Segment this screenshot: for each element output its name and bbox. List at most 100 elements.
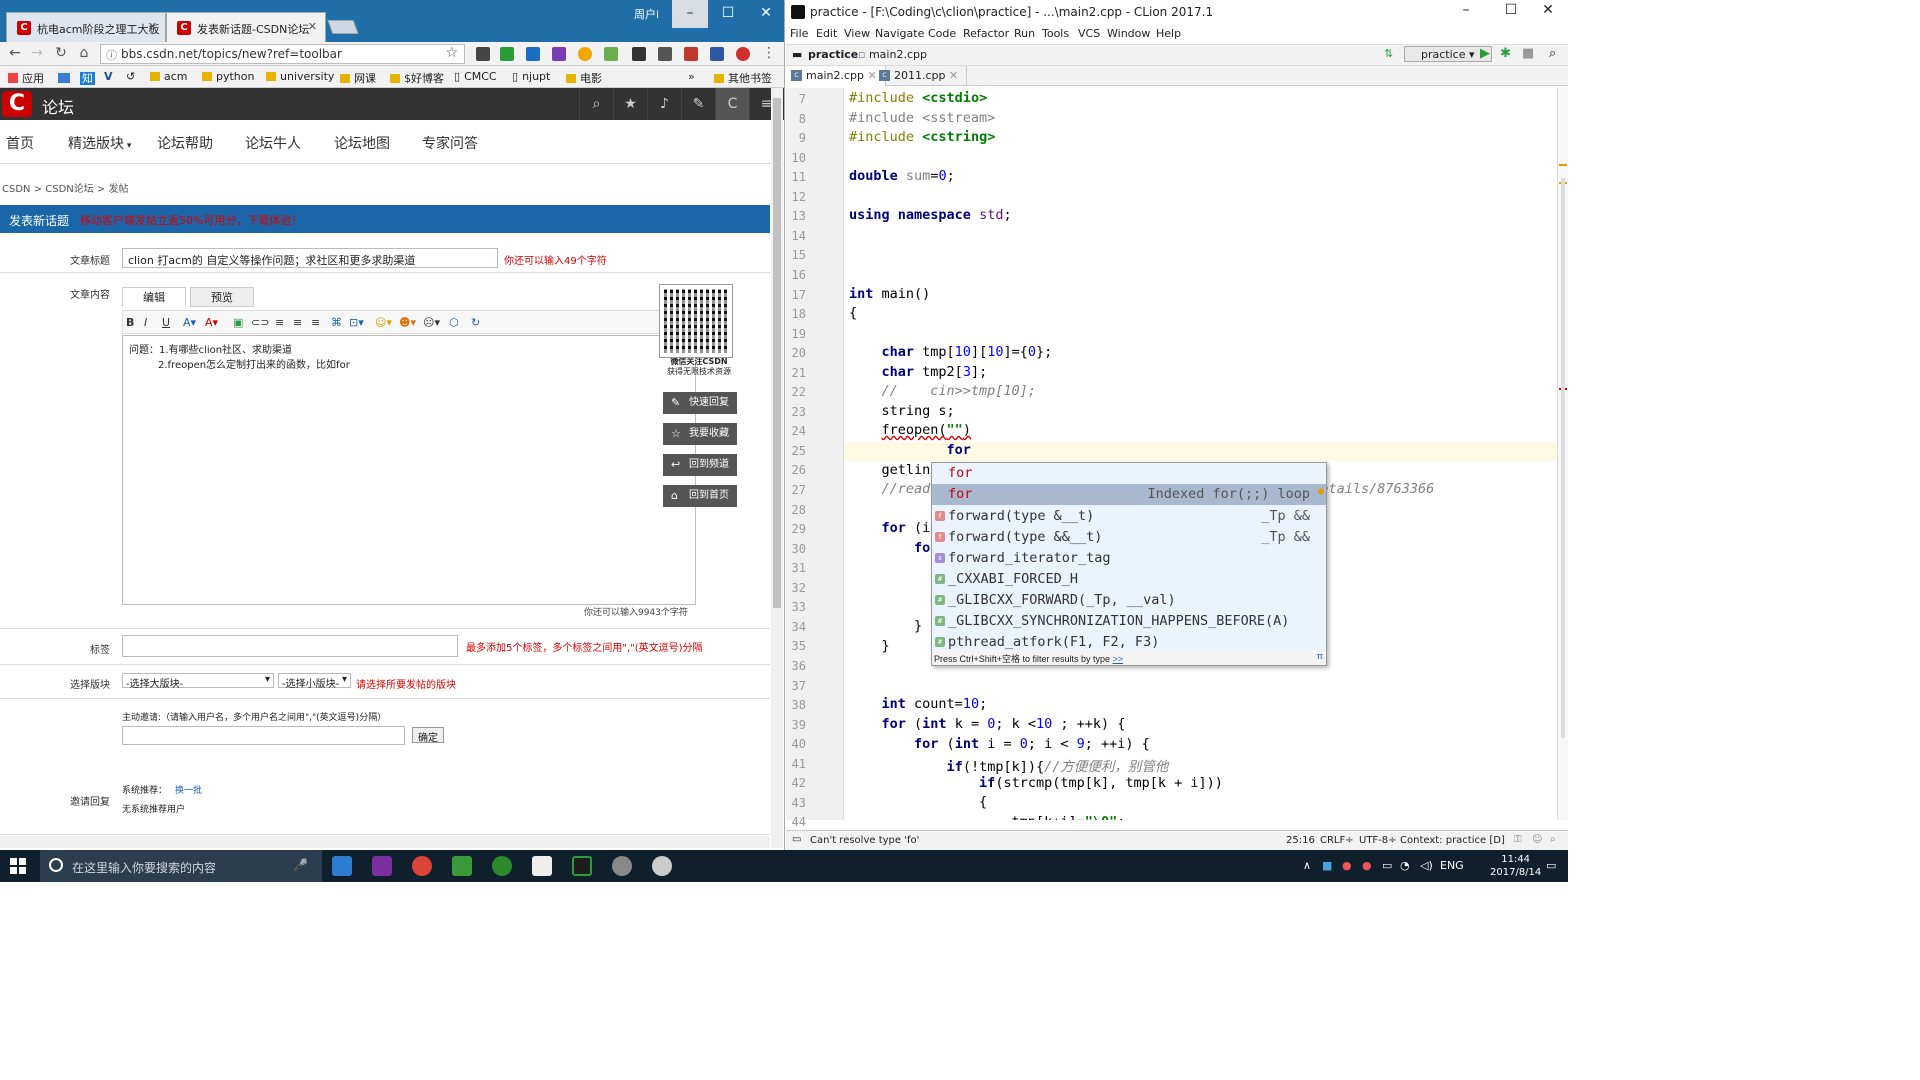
app-icon[interactable] [652, 856, 672, 876]
section-title[interactable]: 论坛 [42, 94, 74, 118]
tray-icon[interactable]: ● [1342, 859, 1352, 872]
tray-icon[interactable]: ■ [1322, 859, 1332, 872]
close-window-button[interactable]: ✕ [748, 0, 784, 28]
windows-start-icon[interactable] [10, 858, 26, 874]
menu-view[interactable]: View [844, 27, 870, 40]
menu-window[interactable]: Window [1107, 27, 1150, 40]
tab-2011[interactable]: C 2011.cpp ✕ [874, 66, 968, 86]
status-context[interactable]: Context: practice [D] [1400, 835, 1505, 846]
board-major-select[interactable]: -选择大版块- ▾ [122, 673, 274, 690]
completion-item[interactable]: # _GLIBCXX_FORWARD(_Tp, __val) [932, 590, 1326, 611]
completion-item[interactable]: f forward(type &&__t) _Tp && [932, 527, 1326, 548]
bookmark-folder[interactable]: 网课 [340, 70, 376, 86]
extension-icon[interactable] [632, 47, 646, 61]
onenote-icon[interactable] [372, 856, 392, 876]
nav-qa[interactable]: 专家问答 [422, 133, 478, 153]
extension-icon[interactable] [578, 47, 592, 61]
title-input[interactable]: clion 打acm的 自定义等操作问题；求社区和更多求助渠道 [122, 248, 498, 268]
banner-notice[interactable]: 移动客户端发帖立返50%可用分，下载体验！ [80, 212, 302, 228]
tray-chevron-icon[interactable]: ∧ [1303, 859, 1311, 872]
forward-icon[interactable]: → [28, 45, 46, 61]
pi-icon[interactable]: π [1317, 651, 1323, 661]
nav-home[interactable]: 首页 [6, 133, 34, 153]
emoji-icon[interactable]: ☹▾ [423, 316, 440, 329]
run-icon[interactable]: ▶ [1480, 46, 1490, 61]
nav-file[interactable]: ▫ main2.cpp [858, 48, 927, 61]
menu-help[interactable]: Help [1156, 27, 1181, 40]
close-window-button[interactable]: ✕ [1528, 2, 1568, 18]
content-editor[interactable]: 问题：1.有哪些clion社区、求助渠道 2.freopen怎么定制打出来的函数… [122, 335, 696, 605]
align-center-icon[interactable]: ≡ [293, 316, 302, 329]
tab-preview[interactable]: 预览 [190, 287, 254, 307]
tray-icon[interactable]: ● [1362, 859, 1372, 872]
language-indicator[interactable]: ENG [1440, 859, 1464, 872]
tab-edit[interactable]: 编辑 [122, 287, 186, 307]
insert-icon[interactable]: ⊡▾ [349, 316, 364, 329]
tab-main2[interactable]: Cmain2.cpp ✕ [786, 66, 886, 86]
back-to-home-button[interactable]: ⌂ 回到首页 [663, 485, 737, 507]
bookmark-item[interactable]: 知 [58, 70, 95, 86]
csdn-logo[interactable]: C [2, 91, 32, 117]
browser-tab-active[interactable]: C 发表新话题-CSDN论坛 ✕ [166, 12, 326, 42]
inspector-icon[interactable]: ☺ [1532, 834, 1542, 845]
status-panel-icon[interactable]: ▭ [792, 834, 801, 845]
notification-icon[interactable]: ▭ [1546, 859, 1556, 872]
source-icon[interactable]: ↻ [471, 316, 480, 329]
app-icon[interactable] [612, 856, 632, 876]
bookmark-other-folder[interactable]: 其他书签 [714, 70, 772, 86]
media-icon[interactable]: ⬡ [449, 316, 459, 329]
clion-taskbar-icon[interactable] [572, 856, 592, 876]
debug-icon[interactable]: ✱ [1500, 46, 1511, 61]
search-icon[interactable]: ⌕ [1549, 46, 1556, 61]
tags-input[interactable] [122, 635, 458, 657]
volume-icon[interactable]: ◁) [1420, 859, 1433, 872]
bell-icon[interactable]: ♪ [647, 88, 681, 120]
bookmark-folder[interactable]: python [202, 70, 254, 83]
star-icon[interactable]: ★ [613, 88, 647, 120]
extension-icon[interactable] [658, 47, 672, 61]
close-tab-icon[interactable]: ✕ [148, 20, 157, 33]
extension-icon[interactable] [526, 47, 540, 61]
completion-item[interactable]: # _CXXABI_FORCED_H [932, 569, 1326, 590]
new-tab-button[interactable] [327, 20, 359, 34]
build-icon[interactable]: ⇅ [1384, 47, 1393, 60]
code-icon[interactable]: ⌘ [331, 316, 342, 329]
minimize-button[interactable]: – [1446, 2, 1486, 18]
completion-item[interactable]: # _GLIBCXX_SYNCHRONIZATION_HAPPENS_BEFORE… [932, 611, 1326, 632]
bookmark-star-icon[interactable]: ☆ [445, 45, 458, 61]
quick-reply-button[interactable]: ✎ 快速回复 [663, 392, 737, 414]
search-icon[interactable]: ⌕ [579, 88, 613, 120]
menu-code[interactable]: Code [928, 27, 956, 40]
app-icon[interactable] [452, 856, 472, 876]
wifi-icon[interactable]: ◔ [1400, 859, 1410, 872]
menu-vcs[interactable]: VCS [1078, 27, 1100, 40]
menu-tools[interactable]: Tools [1042, 27, 1069, 40]
emoji-icon[interactable]: ☺▾ [375, 316, 392, 329]
invite-input[interactable] [122, 726, 405, 745]
recommend-refresh-link[interactable]: 换一批 [175, 783, 202, 796]
taskview-icon[interactable] [332, 856, 352, 876]
italic-icon[interactable]: I [144, 316, 147, 329]
menu-navigate[interactable]: Navigate [875, 27, 924, 40]
extension-icon[interactable] [500, 47, 514, 61]
extension-icon[interactable] [710, 47, 724, 61]
search-icon[interactable]: ⌕ [1550, 834, 1556, 845]
clock[interactable]: 11:44 2017/8/14 [1490, 853, 1541, 879]
status-encoding[interactable]: UTF-8÷ [1359, 835, 1397, 846]
board-minor-select[interactable]: -选择小版块- ▾ [278, 673, 351, 690]
font-size-icon[interactable]: A▾ [183, 316, 196, 329]
font-color-icon[interactable]: A▾ [205, 316, 218, 329]
extension-icon[interactable] [552, 47, 566, 61]
nav-experts[interactable]: 论坛牛人 [245, 133, 301, 153]
nav-featured[interactable]: 精选版块 ▾ [68, 133, 131, 153]
bookmark-item[interactable]: ▯ CMCC [454, 70, 497, 83]
reload-icon[interactable]: ↻ [52, 45, 70, 61]
csdn-c-icon[interactable]: C [715, 88, 749, 120]
extension-icon[interactable] [604, 47, 618, 61]
bookmark-item[interactable]: ▯ njupt [512, 70, 550, 83]
nav-project[interactable]: practice [808, 48, 858, 61]
microphone-icon[interactable]: 🎤 [293, 858, 308, 872]
filter-link[interactable]: >> [1113, 654, 1124, 664]
status-position[interactable]: 25:16 [1286, 835, 1315, 846]
app-icon[interactable] [492, 856, 512, 876]
